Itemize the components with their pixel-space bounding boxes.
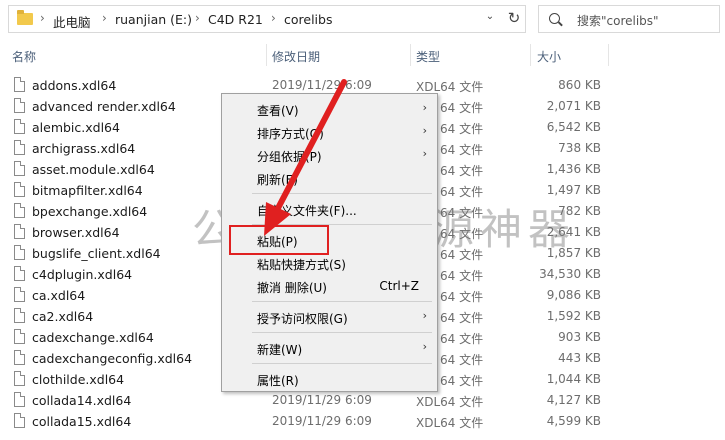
annotation-arrow-icon xyxy=(264,79,347,236)
